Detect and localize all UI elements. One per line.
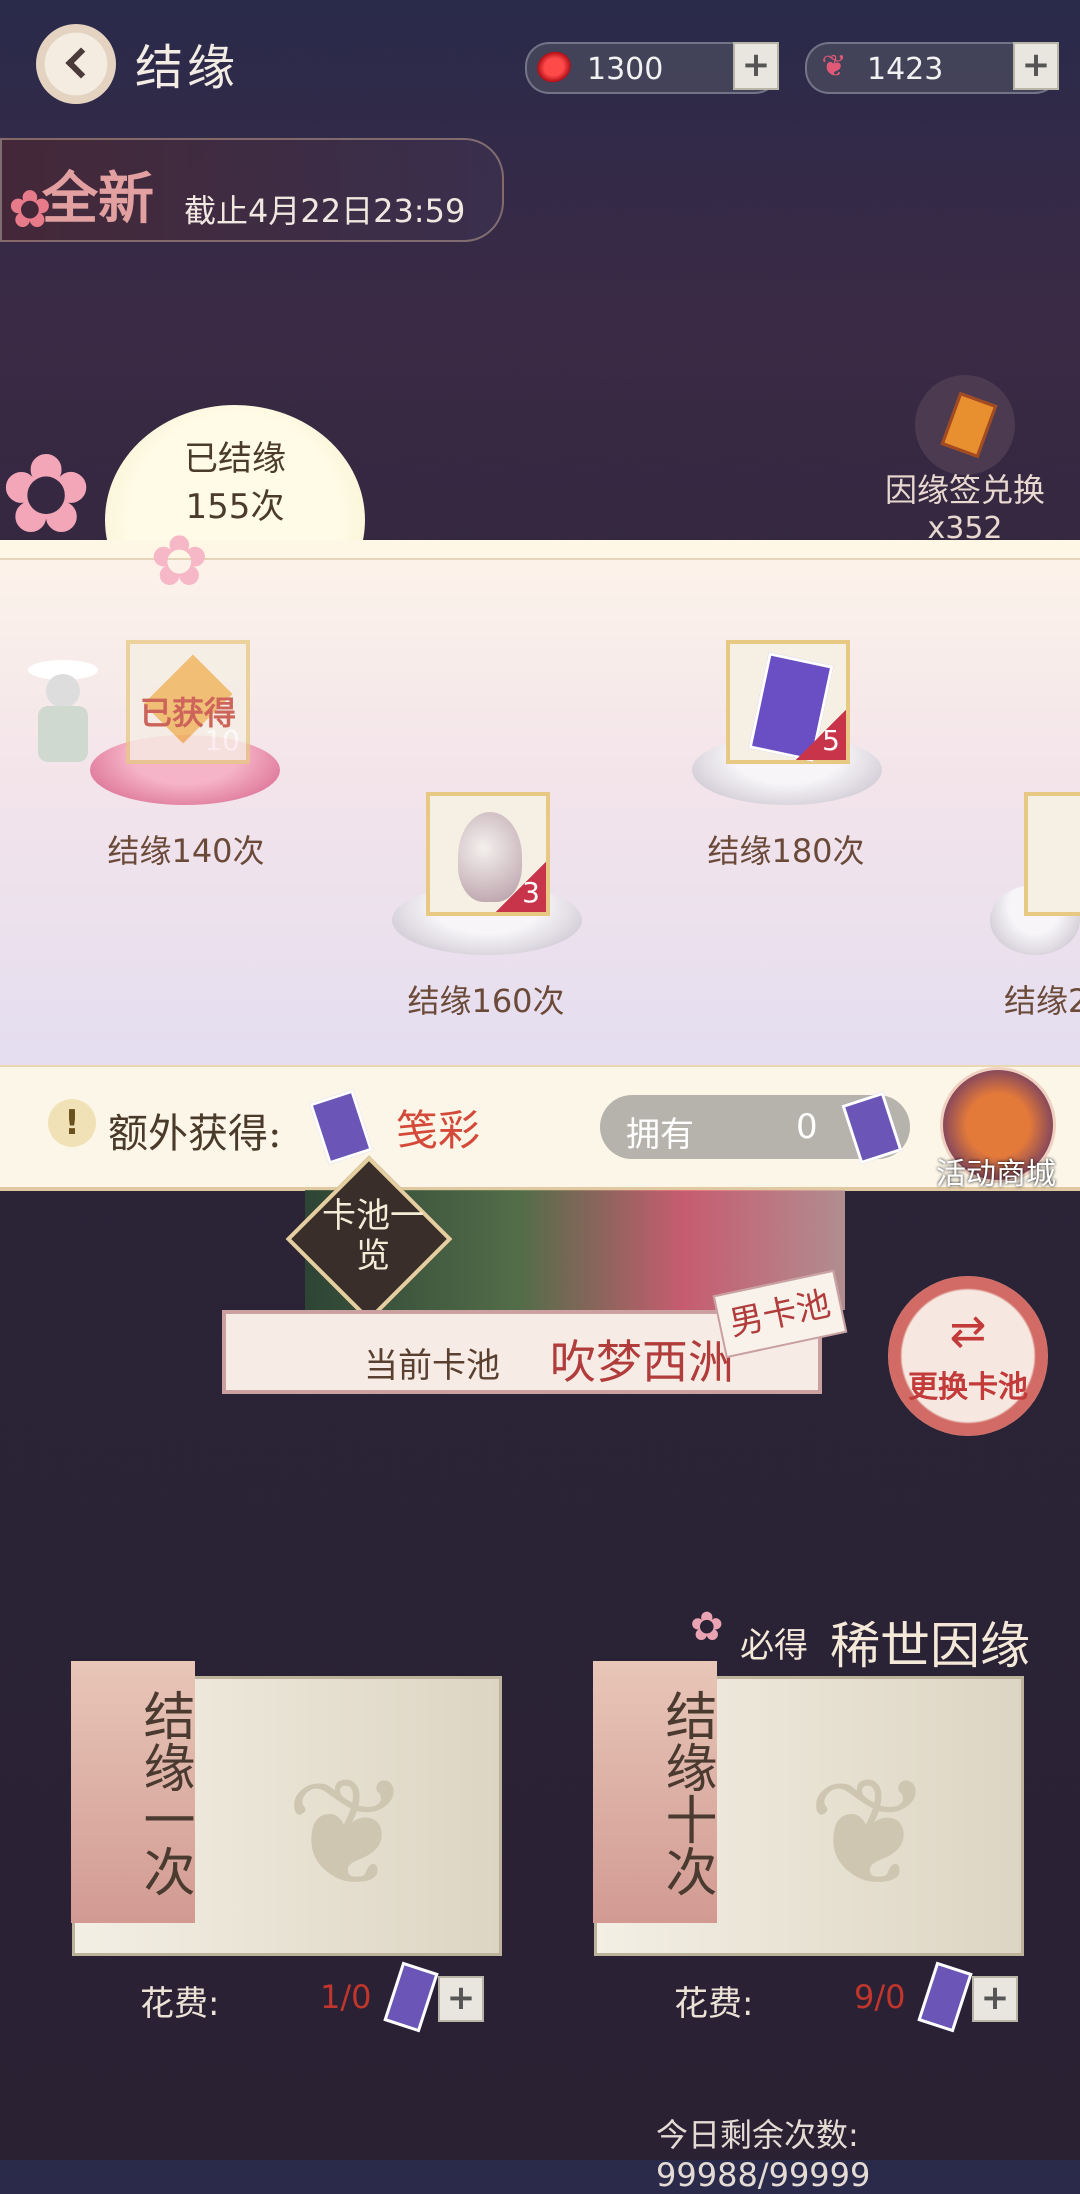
guarantee-banner: ✿ 必得 稀世因缘 xyxy=(690,1600,1070,1675)
paper-item-icon xyxy=(836,1095,900,1159)
milestone-label: 结缘2 xyxy=(1004,982,1080,1020)
deadline-text: 截止4月22日23:59 xyxy=(184,192,466,230)
milestone-label: 结缘180次 xyxy=(707,832,865,870)
pool-name: 吹梦西洲 xyxy=(550,1335,734,1389)
switch-pool-button[interactable]: ⇄ 更换卡池 xyxy=(888,1276,1048,1436)
guarantee-text: 稀世因缘 xyxy=(830,1617,1030,1675)
reward-item-next[interactable] xyxy=(1024,792,1080,916)
reward-item-180[interactable]: 5 xyxy=(726,640,850,764)
maple-leaf-icon: ❦ xyxy=(285,1747,411,1921)
reward-qty: 5 xyxy=(796,710,846,760)
cost-value: 9/0 xyxy=(854,1978,906,2016)
back-button[interactable] xyxy=(36,24,116,104)
current-pool-label: 当前卡池 xyxy=(364,1346,500,1386)
cost-bar-once: 花费: 1/0 + xyxy=(100,1970,484,2028)
butterfly-value: 1423 xyxy=(867,52,944,87)
fate-exchange-button[interactable]: 因缘签兑换 x352 xyxy=(885,375,1045,546)
cost-bar-ten: 花费: 9/0 + xyxy=(634,1970,1018,2028)
switch-pool-label: 更换卡池 xyxy=(908,1370,1028,1405)
talisman-icon xyxy=(915,375,1015,475)
gem-value: 1300 xyxy=(587,52,664,87)
pool-list-label[interactable]: 卡池一览 xyxy=(318,1196,428,1276)
reward-qty: 3 xyxy=(496,862,546,912)
guarantee-prefix: 必得 xyxy=(740,1626,808,1666)
owned-pill: 拥有 0 xyxy=(600,1095,910,1159)
add-butterfly-button[interactable]: + xyxy=(1013,42,1059,90)
cherry-blossom-icon: ✿ xyxy=(150,520,209,602)
milestone-label: 结缘160次 xyxy=(407,982,565,1020)
add-ticket-button[interactable]: + xyxy=(438,1976,484,2022)
maple-leaf-icon: ❦ xyxy=(807,1747,933,1921)
currency-butterfly: ❦ 1423 + xyxy=(805,42,1059,94)
book-spine: 结缘一次 xyxy=(71,1661,195,1923)
extra-label: 额外获得: xyxy=(108,1111,282,1157)
draw-ten-title: 结缘十次 xyxy=(656,1689,716,1897)
reward-qty: 10 xyxy=(204,724,240,757)
sakura-icon: ✿ xyxy=(690,1604,724,1650)
new-badge: 全新 xyxy=(42,166,154,232)
milestone-label: 结缘140次 xyxy=(107,832,265,870)
page-title: 结缘 xyxy=(135,40,240,96)
ticket-icon xyxy=(384,1962,434,2032)
exclamation-icon: ! xyxy=(48,1099,96,1147)
draw-once-title: 结缘一次 xyxy=(134,1689,194,1897)
reward-item-140[interactable]: 已获得 10 xyxy=(126,640,250,764)
chibi-character-icon xyxy=(8,660,98,770)
cost-value: 1/0 xyxy=(320,1978,372,2016)
swap-icon: ⇄ xyxy=(949,1306,987,1357)
count-label: 已结缘 xyxy=(184,439,286,479)
paper-item-icon xyxy=(306,1093,370,1157)
currency-gem: 1300 + xyxy=(525,42,779,94)
remaining-draws: 今日剩余次数: 99988/99999 xyxy=(656,2116,871,2194)
owned-value: 0 xyxy=(796,1107,818,1147)
extra-reward-bar: ! 额外获得: 笺彩 拥有 0 活动商城 xyxy=(0,1065,1080,1193)
extra-item-name: 笺彩 xyxy=(396,1106,481,1155)
cost-label: 花费: xyxy=(674,1984,754,2024)
count-value: 155次 xyxy=(185,487,285,527)
book-spine: 结缘十次 xyxy=(593,1661,717,1923)
event-banner: ✿ 全新 截止4月22日23:59 xyxy=(0,138,504,242)
cost-label: 花费: xyxy=(140,1984,220,2024)
reward-item-160[interactable]: 3 xyxy=(426,792,550,916)
red-gem-icon xyxy=(532,47,576,87)
draw-ten-button[interactable]: 结缘十次 ❦ xyxy=(593,1661,1024,1956)
owned-label: 拥有 xyxy=(626,1115,694,1155)
butterfly-icon: ❦ xyxy=(821,49,847,84)
draw-once-button[interactable]: 结缘一次 ❦ xyxy=(71,1661,502,1956)
add-gem-button[interactable]: + xyxy=(733,42,779,90)
event-shop-label[interactable]: 活动商城 xyxy=(926,1149,1066,1193)
cherry-blossom-icon: ✿ xyxy=(0,430,93,558)
ticket-icon xyxy=(918,1962,968,2032)
add-ticket-button[interactable]: + xyxy=(972,1976,1018,2022)
